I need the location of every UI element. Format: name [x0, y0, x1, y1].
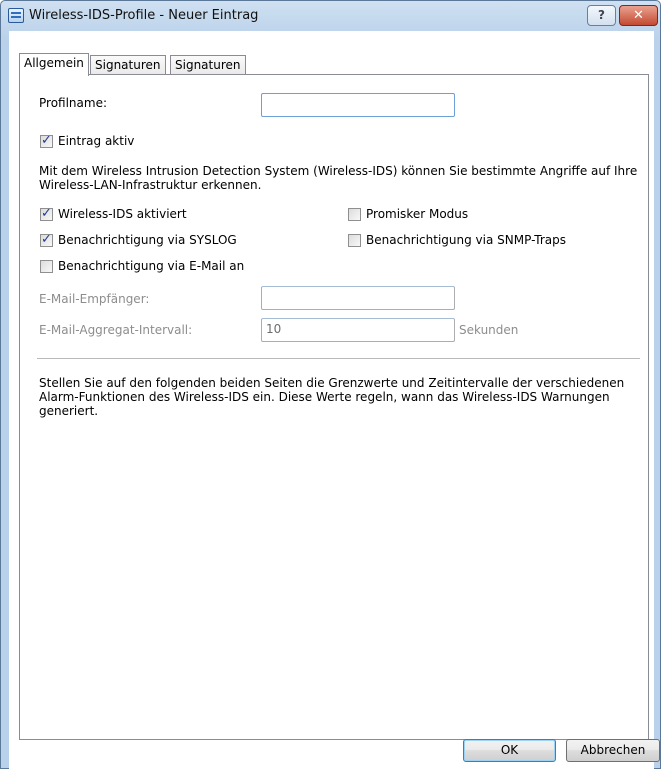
- entry-active-label: Eintrag aktiv: [58, 134, 135, 148]
- promiscuous-mode-label: Promisker Modus: [366, 207, 469, 221]
- notify-syslog-checkbox[interactable]: Benachrichtigung via SYSLOG: [40, 232, 237, 248]
- notify-email-checkbox[interactable]: Benachrichtigung via E-Mail an: [40, 259, 244, 273]
- promiscuous-mode-checkbox[interactable]: Promisker Modus: [348, 207, 468, 221]
- notify-snmp-label: Benachrichtigung via SNMP-Traps: [366, 233, 567, 247]
- entry-active-checkbox[interactable]: Eintrag aktiv: [40, 133, 135, 149]
- checkbox-unchecked-icon: [348, 207, 361, 221]
- profile-name-input[interactable]: [261, 93, 455, 117]
- tab-signaturen-2[interactable]: Signaturen: [170, 55, 246, 75]
- separator-line: [37, 358, 640, 359]
- help-button[interactable]: ?: [587, 5, 616, 26]
- email-recipient-label: E-Mail-Empfänger:: [39, 292, 150, 306]
- notify-syslog-label: Benachrichtigung via SYSLOG: [58, 233, 237, 247]
- checkbox-checked-icon: [40, 133, 53, 149]
- close-button[interactable]: ✕: [619, 5, 658, 26]
- tab-allgemein[interactable]: Allgemein: [19, 53, 89, 76]
- cancel-button[interactable]: Abbrechen: [566, 739, 660, 762]
- dialog-client-area: Allgemein Signaturen Signaturen Profilna…: [9, 31, 654, 770]
- email-interval-input[interactable]: 10: [261, 318, 455, 342]
- notify-snmp-checkbox[interactable]: Benachrichtigung via SNMP-Traps: [348, 233, 566, 247]
- email-interval-unit: Sekunden: [459, 323, 519, 337]
- dialog-window: Wireless-IDS-Profile - Neuer Eintrag ? ✕…: [0, 0, 661, 770]
- title-bar[interactable]: Wireless-IDS-Profile - Neuer Eintrag ? ✕: [1, 1, 660, 31]
- window-title: Wireless-IDS-Profile - Neuer Eintrag: [29, 8, 259, 23]
- checkbox-unchecked-icon: [40, 259, 53, 273]
- intro-text: Mit dem Wireless Intrusion Detection Sys…: [39, 164, 638, 192]
- checkbox-unchecked-icon: [348, 233, 361, 247]
- checkbox-checked-icon: [40, 232, 53, 248]
- profile-name-label: Profilname:: [39, 96, 108, 110]
- email-interval-label: E-Mail-Aggregat-Intervall:: [39, 323, 193, 337]
- notify-email-label: Benachrichtigung via E-Mail an: [58, 259, 245, 273]
- tab-signaturen-1[interactable]: Signaturen: [90, 55, 166, 75]
- checkbox-checked-icon: [40, 206, 53, 222]
- footer-text: Stellen Sie auf den folgenden beiden Sei…: [39, 376, 625, 418]
- email-recipient-input[interactable]: [261, 286, 455, 310]
- window-list-icon: [8, 8, 24, 23]
- ids-enabled-checkbox[interactable]: Wireless-IDS aktiviert: [40, 206, 187, 222]
- ok-button[interactable]: OK: [463, 739, 556, 762]
- ids-enabled-label: Wireless-IDS aktiviert: [58, 207, 187, 221]
